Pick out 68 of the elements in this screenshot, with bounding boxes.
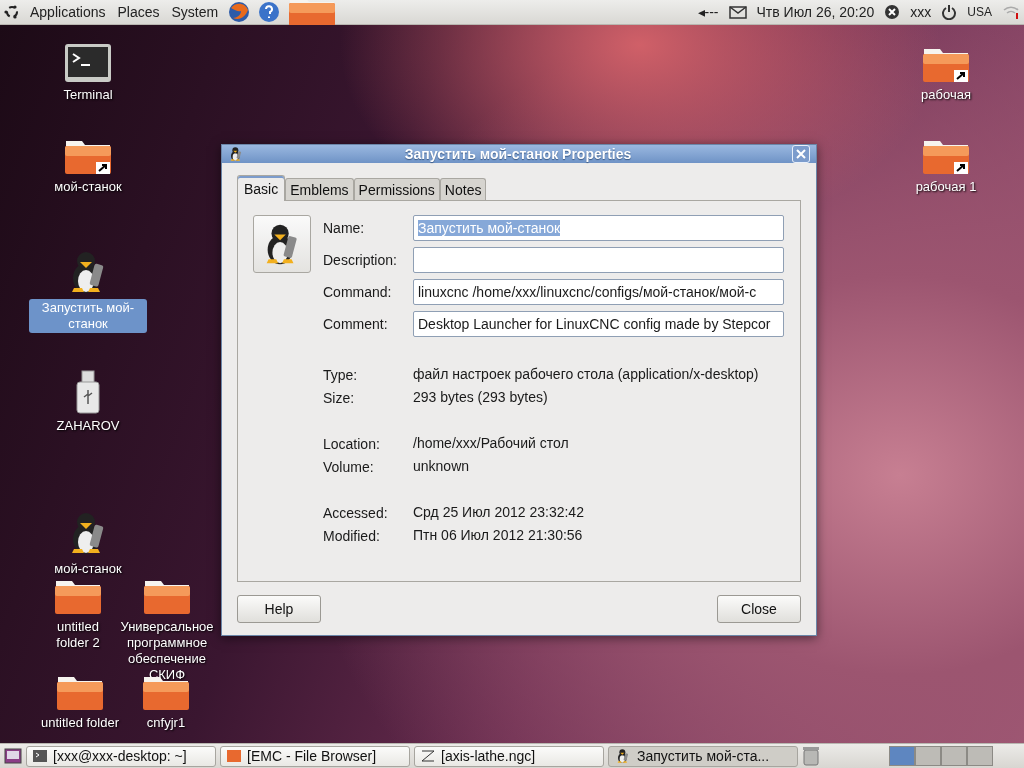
input-field[interactable]: linuxcnc /home/xxx/linuxcnc/configs/мой-станок/мой-с <box>413 279 784 305</box>
tab[interactable]: Emblems <box>285 178 354 200</box>
desktop-icon-label[interactable]: untitled folder 2 <box>45 618 111 652</box>
browser-globe-icon[interactable] <box>228 1 251 23</box>
desktop-icon-label[interactable]: мой-станок <box>51 560 125 578</box>
tab[interactable]: Permissions <box>353 178 440 200</box>
info-label: Accessed: <box>323 504 389 521</box>
info-value: 293 bytes (293 bytes) <box>413 389 549 406</box>
input-field[interactable]: Desktop Launcher for LinuxCNC config made by Stepcor <box>413 311 784 337</box>
help-button[interactable]: Help <box>237 595 321 623</box>
info-label: Location: <box>323 435 381 452</box>
info-label: Type: <box>323 366 359 383</box>
field-label: Description: <box>323 252 398 268</box>
show-desktop-icon[interactable] <box>4 748 22 764</box>
workspace-switch[interactable] <box>889 746 915 766</box>
keyboard-layout[interactable]: USA <box>965 5 994 19</box>
workspace-switch[interactable] <box>967 746 993 766</box>
close-button[interactable]: Close <box>717 595 801 623</box>
desktop-icon-label[interactable]: мой-станок <box>51 178 125 196</box>
info-value: файл настроек рабочего стола (application/x-desktop) <box>413 366 760 383</box>
terminal-icon <box>33 750 47 762</box>
field-label: Comment: <box>323 316 389 332</box>
desktop-icon-label[interactable]: untitled folder <box>37 714 123 732</box>
taskbar-button[interactable]: Запустить мой-ста... <box>608 745 798 767</box>
info-value: unknown <box>413 458 471 475</box>
desktop-icon-label[interactable]: рабочая 1 <box>912 178 980 196</box>
desktop-icon-label[interactable]: ZAHAROV <box>53 417 123 435</box>
input-field[interactable] <box>413 247 784 273</box>
wifi-icon[interactable] <box>1002 4 1020 20</box>
workspace-switch[interactable] <box>915 746 941 766</box>
info-label: Modified: <box>323 527 381 544</box>
mail-icon[interactable] <box>728 5 747 19</box>
info-value: Птн 06 Июл 2012 21:30:56 <box>413 527 584 544</box>
status-x-icon[interactable] <box>884 4 901 20</box>
axis-icon <box>421 750 435 762</box>
desktop-icon-label[interactable]: рабочая <box>918 86 974 104</box>
tab[interactable]: Basic <box>237 175 286 201</box>
workspace-switch[interactable] <box>941 746 967 766</box>
ubuntu-logo-icon[interactable] <box>4 4 20 20</box>
clock[interactable]: Чтв Июл 26, 20:20 <box>754 4 877 20</box>
taskbar-button[interactable]: [xxx@xxx-desktop: ~] <box>26 745 216 767</box>
tab[interactable]: Notes <box>439 178 487 200</box>
window-title: Запустить мой-станок Properties <box>403 146 633 162</box>
info-label: Volume: <box>323 458 375 475</box>
power-icon[interactable] <box>941 4 958 20</box>
desktop-icon-label[interactable]: Terminal <box>60 86 116 104</box>
info-label: Size: <box>323 389 356 406</box>
volume-indicator[interactable]: ◂--- <box>695 4 721 20</box>
close-icon[interactable] <box>792 145 810 163</box>
folder-icon <box>227 750 241 762</box>
desktop-icon-label[interactable]: cnfyjr1 <box>143 714 189 732</box>
penguin-icon <box>615 748 631 764</box>
user-name[interactable]: xxx <box>908 4 934 20</box>
taskbar-button[interactable]: [EMC - File Browser] <box>220 745 410 767</box>
icon-picker-button[interactable] <box>253 215 311 273</box>
penguin-icon <box>228 146 244 162</box>
field-label: Name: <box>323 220 366 236</box>
usb-drive-icon <box>75 370 101 414</box>
field-label: Command: <box>323 284 393 300</box>
info-value: Срд 25 Июл 2012 23:32:42 <box>413 504 585 521</box>
menu-item[interactable]: Places <box>115 4 162 20</box>
trash-icon[interactable] <box>802 746 820 766</box>
help-icon[interactable] <box>258 1 281 23</box>
terminal-icon <box>64 43 112 83</box>
taskbar-button[interactable]: [axis-lathe.ngc] <box>414 745 604 767</box>
info-value: /home/xxx/Рабочий стол <box>413 435 570 452</box>
menu-item[interactable]: Applications <box>28 4 108 20</box>
menu-item[interactable]: System <box>169 4 221 20</box>
